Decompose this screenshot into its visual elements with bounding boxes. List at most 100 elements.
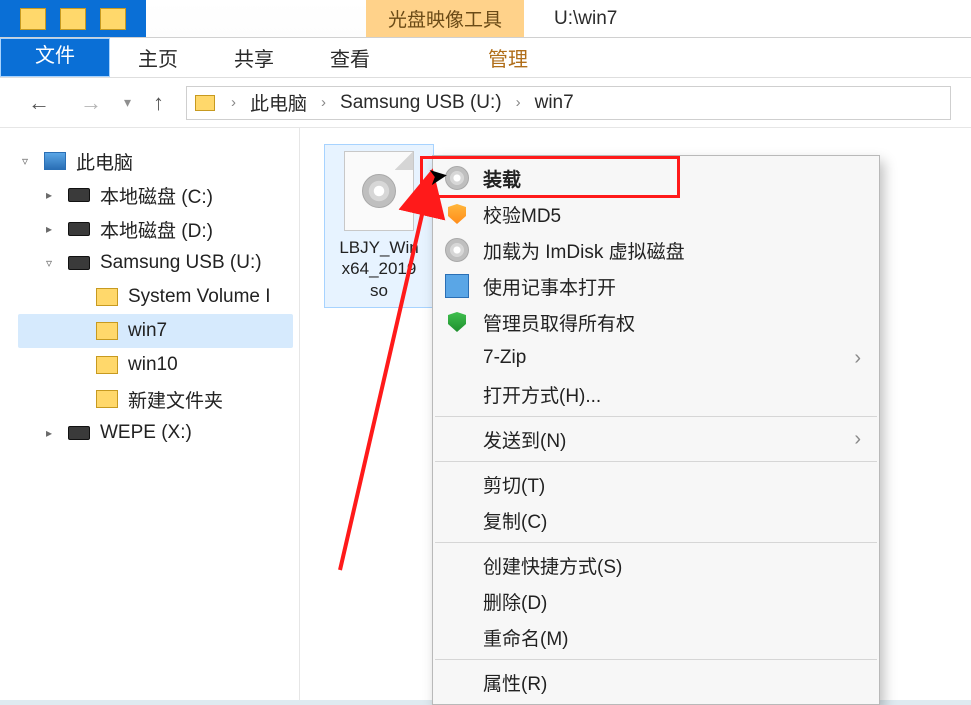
tab-home[interactable]: 主页 [110,38,206,77]
file-name: LBJY_Win x64_2019 so [339,237,418,301]
tree-item-folder[interactable]: win10 [18,348,293,382]
file-name-line: LBJY_Win [339,238,418,257]
ctx-label: 复制(C) [483,507,861,534]
ctx-label: 7-Zip [483,347,840,369]
nav-forward-button[interactable]: → [72,86,110,120]
breadcrumb-segment[interactable]: 此电脑 [246,87,311,118]
file-name-line: so [370,281,388,300]
twisty-icon[interactable]: ▸ [46,188,58,202]
shield-icon [445,310,469,334]
chevron-right-icon[interactable]: › [225,94,242,111]
blank-icon [445,589,469,613]
tree-item-drive-wepe[interactable]: ▸ WEPE (X:) [18,416,293,450]
ctx-open-with[interactable]: 打开方式(H)... [433,376,879,412]
drive-icon [68,188,90,202]
file-item-iso[interactable]: LBJY_Win x64_2019 so [324,144,434,308]
separator [435,542,877,543]
ctx-label: 创建快捷方式(S) [483,552,861,579]
folder-icon [96,322,118,340]
tree-label: win7 [128,320,167,342]
tree-label: WEPE (X:) [100,422,192,444]
drive-icon [68,256,90,270]
ctx-label: 重命名(M) [483,624,861,651]
tree-item-drive-c[interactable]: ▸ 本地磁盘 (C:) [18,178,293,212]
tree-item-drive-u[interactable]: ▿ Samsung USB (U:) [18,246,293,280]
context-menu: 装载 校验MD5 加载为 ImDisk 虚拟磁盘 使用记事本打开 管理员取得所有… [432,155,880,705]
qat-icon[interactable] [60,8,86,30]
ctx-label: 属性(R) [483,669,861,696]
blank-icon [445,346,469,370]
tree-item-folder-win7[interactable]: win7 [18,314,293,348]
quick-access-icons [0,0,146,37]
tab-view[interactable]: 查看 [302,38,398,77]
notepad-icon [445,274,469,298]
navbar: ← → ▾ ↑ › 此电脑 › Samsung USB (U:) › win7 [0,78,971,128]
ctx-rename[interactable]: 重命名(M) [433,619,879,655]
ctx-label: 装载 [483,165,861,192]
tree-item-folder[interactable]: 新建文件夹 [18,382,293,416]
tab-manage[interactable]: 管理 [460,38,556,77]
breadcrumb-segment[interactable]: Samsung USB (U:) [336,90,506,116]
folder-icon [96,390,118,408]
ctx-copy[interactable]: 复制(C) [433,502,879,538]
file-name-line: x64_2019 [342,259,417,278]
nav-history-dropdown[interactable]: ▾ [124,94,131,111]
titlebar: 光盘映像工具 U:\win7 [0,0,971,38]
separator [435,416,877,417]
blank-icon [445,472,469,496]
folder-icon [96,288,118,306]
ctx-cut[interactable]: 剪切(T) [433,466,879,502]
breadcrumb[interactable]: › 此电脑 › Samsung USB (U:) › win7 [186,86,951,120]
ctx-label: 打开方式(H)... [483,381,861,408]
qat-icon[interactable] [100,8,126,30]
ctx-7zip[interactable]: 7-Zip › [433,340,879,376]
ctx-label: 删除(D) [483,588,861,615]
qat-icon[interactable] [20,8,46,30]
tree-label: 本地磁盘 (C:) [100,182,213,209]
drive-icon [68,222,90,236]
ctx-imdisk[interactable]: 加载为 ImDisk 虚拟磁盘 [433,232,879,268]
ctx-label: 使用记事本打开 [483,273,861,300]
tab-file[interactable]: 文件 [0,38,110,77]
ribbon-tabs: 文件 主页 共享 查看 管理 [0,38,971,78]
twisty-icon[interactable]: ▿ [46,256,58,270]
tree-root-this-pc[interactable]: ▿ 此电脑 [18,144,293,178]
ctx-check-md5[interactable]: 校验MD5 [433,196,879,232]
chevron-right-icon: › [854,347,861,370]
twisty-icon[interactable]: ▸ [46,222,58,236]
chevron-right-icon[interactable]: › [510,94,527,111]
contextual-tab-disc-image: 光盘映像工具 [366,0,524,37]
ctx-send-to[interactable]: 发送到(N) › [433,421,879,457]
twisty-icon[interactable]: ▸ [46,426,58,440]
chevron-right-icon[interactable]: › [315,94,332,111]
ctx-label: 剪切(T) [483,471,861,498]
ctx-notepad[interactable]: 使用记事本打开 [433,268,879,304]
folder-icon [195,95,215,111]
ctx-properties[interactable]: 属性(R) [433,664,879,700]
ctx-delete[interactable]: 删除(D) [433,583,879,619]
disc-icon [445,238,469,262]
folder-icon [96,356,118,374]
tree-item-folder[interactable]: System Volume I [18,280,293,314]
ctx-create-shortcut[interactable]: 创建快捷方式(S) [433,547,879,583]
breadcrumb-segment[interactable]: win7 [531,90,578,116]
blank-icon [445,553,469,577]
blank-icon [445,382,469,406]
nav-back-button[interactable]: ← [20,86,58,120]
ctx-mount[interactable]: 装载 [433,160,879,196]
tree-label: win10 [128,354,178,376]
tree-label: 本地磁盘 (D:) [100,216,213,243]
tree-label: Samsung USB (U:) [100,252,262,274]
disc-icon [445,166,469,190]
tree-item-drive-d[interactable]: ▸ 本地磁盘 (D:) [18,212,293,246]
tree-label: 此电脑 [76,148,133,175]
drive-icon [68,426,90,440]
tab-share[interactable]: 共享 [206,38,302,77]
blank-icon [445,670,469,694]
iso-file-icon [344,151,414,231]
nav-tree: ▿ 此电脑 ▸ 本地磁盘 (C:) ▸ 本地磁盘 (D:) ▿ Samsung … [0,128,300,700]
ctx-admin-ownership[interactable]: 管理员取得所有权 [433,304,879,340]
nav-up-button[interactable]: ↑ [145,86,172,120]
blank-icon [445,625,469,649]
twisty-icon[interactable]: ▿ [22,154,34,168]
